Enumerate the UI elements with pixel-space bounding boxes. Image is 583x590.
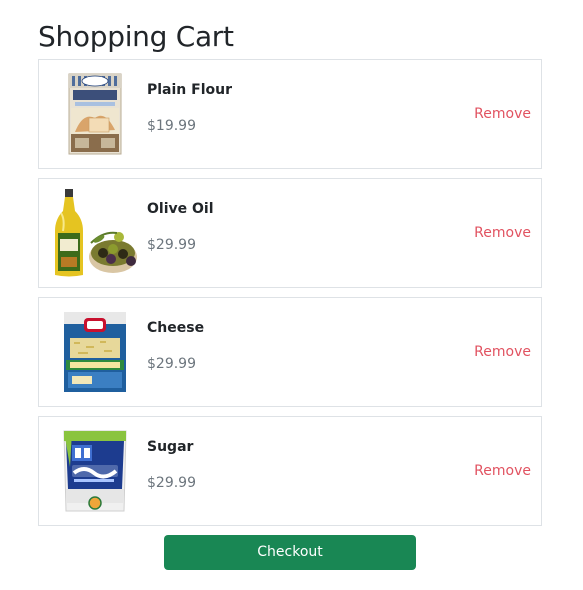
product-image — [49, 306, 141, 398]
cheese-bag-icon — [64, 312, 126, 392]
flour-box-icon — [68, 73, 122, 155]
item-price: $29.99 — [147, 237, 196, 253]
product-image — [49, 68, 141, 160]
remove-button[interactable]: Remove — [474, 461, 531, 481]
checkout-button[interactable]: Checkout — [164, 535, 416, 570]
item-name: Plain Flour — [147, 82, 232, 98]
remove-button[interactable]: Remove — [474, 342, 531, 362]
cart-item: Cheese $29.99 Remove — [38, 297, 542, 407]
item-name: Olive Oil — [147, 201, 214, 217]
page-title: Shopping Cart — [38, 20, 234, 53]
cart-list: Plain Flour $19.99 Remove Olive Oil $29.… — [38, 59, 542, 535]
remove-button[interactable]: Remove — [474, 104, 531, 124]
olive-oil-bottle-icon — [55, 189, 137, 277]
item-price: $29.99 — [147, 356, 196, 372]
item-price: $29.99 — [147, 475, 196, 491]
remove-button[interactable]: Remove — [474, 223, 531, 243]
item-price: $19.99 — [147, 118, 196, 134]
cart-item: Sugar $29.99 Remove — [38, 416, 542, 526]
cart-item: Olive Oil $29.99 Remove — [38, 178, 542, 288]
product-image — [49, 187, 141, 279]
item-name: Sugar — [147, 439, 194, 455]
cart-item: Plain Flour $19.99 Remove — [38, 59, 542, 169]
sugar-bag-icon — [63, 430, 127, 512]
product-image — [49, 425, 141, 517]
item-name: Cheese — [147, 320, 205, 336]
